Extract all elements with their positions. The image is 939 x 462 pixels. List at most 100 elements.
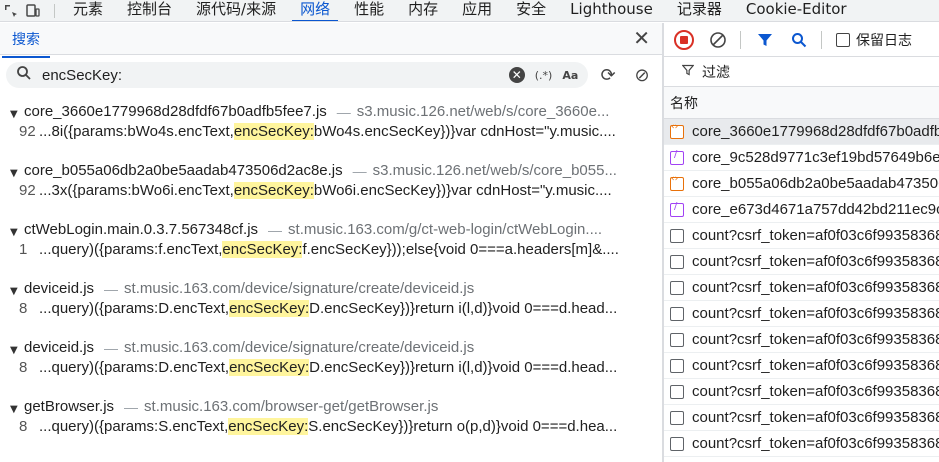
doc-icon (670, 332, 684, 347)
result-file-url: s3.music.126.net/web/s/core_b055... (372, 162, 617, 179)
result-file-url: st.music.163.com/device/signature/create… (124, 280, 475, 297)
match-highlight: encSecKey: (229, 299, 310, 317)
expand-caret-icon[interactable]: ▼ (10, 168, 24, 179)
doc-icon (670, 384, 684, 399)
line-number: 1 (19, 240, 28, 258)
expand-caret-icon[interactable]: ▼ (10, 109, 24, 120)
request-row[interactable]: count?csrf_token=af0f03c6f99358368... (664, 275, 939, 301)
result-file-name: ctWebLogin.main.0.3.7.567348cf.js (24, 221, 259, 238)
tab-6[interactable]: 应用 (450, 0, 504, 21)
match-highlight: encSecKey: (229, 358, 310, 376)
tab-1[interactable]: 控制台 (115, 0, 184, 21)
doc-icon (670, 306, 684, 321)
result-match-line[interactable]: 8 ...query)({params:D.encText,encSecKey:D… (0, 297, 662, 319)
search-panel: 搜索 ✕ ✕ (.*) Aa ⟳ ⊘ ▼core_3660e1779968d28… (0, 23, 662, 462)
request-row[interactable]: count?csrf_token=af0f03c6f99358368... (664, 405, 939, 431)
filter-funnel-icon (681, 64, 695, 79)
request-row[interactable]: count?csrf_token=af0f03c6f99358368... (664, 353, 939, 379)
stop-recording-icon[interactable] (674, 29, 694, 50)
match-highlight: encSecKey: (233, 181, 314, 199)
clear-log-icon[interactable] (708, 30, 728, 50)
js-icon (670, 174, 684, 191)
code-after: bWo6i.encSecKey})}var cdnHost="y.music..… (313, 181, 612, 199)
request-name: count?csrf_token=af0f03c6f99358368... (692, 227, 939, 244)
request-row[interactable]: core_9c528d9771c3ef19bd57649b6ee4b0f8.cs… (664, 145, 939, 171)
inspect-element-icon[interactable] (0, 0, 22, 21)
expand-caret-icon[interactable]: ▼ (10, 227, 24, 238)
result-file-row[interactable]: ▼ ctWebLogin.main.0.3.7.567348cf.js — st.mu… (0, 217, 662, 238)
code-after: D.encSecKey})}return i(l,d)}void 0===d.h… (309, 358, 618, 376)
code-before: ...query)({params:f.encText, (39, 240, 223, 258)
preserve-log-checkbox[interactable] (836, 32, 850, 47)
js-icon (670, 122, 684, 139)
search-result-group: ▼ deviceid.js — st.music.163.com/device/sig… (0, 276, 662, 335)
name-column-header[interactable]: 名称 (664, 87, 939, 119)
request-row[interactable]: count?csrf_token=af0f03c6f99358368... (664, 379, 939, 405)
name-column-label: 名称 (670, 95, 698, 112)
search-result-group: ▼ getBrowser.js — st.music.163.com/browser-… (0, 394, 662, 453)
match-code: ...query)({params:f.encText,encSecKey:f.… (39, 240, 619, 258)
result-file-name: core_b055a06db2a0be5aadab473506d2ac8e.js (24, 162, 343, 179)
search-panel-header: 搜索 ✕ (0, 23, 662, 58)
result-file-row[interactable]: ▼ getBrowser.js — st.music.163.com/browser-… (0, 394, 662, 415)
refresh-icon[interactable]: ⟳ (594, 65, 622, 86)
result-file-row[interactable]: ▼ core_3660e1779968d28dfdf67b0adfb5fee7.j… (0, 99, 662, 120)
tab-10[interactable]: Cookie-Editor (734, 0, 859, 21)
request-row[interactable]: count?csrf_token=af0f03c6f99358368... (664, 327, 939, 353)
filter-icon[interactable] (755, 30, 775, 50)
result-match-line[interactable]: 8 ...query)({params:D.encText,encSecKey:D… (0, 356, 662, 378)
tab-9[interactable]: 记录器 (665, 0, 734, 21)
request-row[interactable]: count?csrf_token=af0f03c6f99358368... (664, 431, 939, 457)
expand-caret-icon[interactable]: ▼ (10, 345, 24, 356)
request-row[interactable]: core_3660e1779968d28dfdf67b0adfb5fee7.js (664, 119, 939, 145)
search-box: ✕ (.*) Aa (6, 62, 589, 88)
search-toolbar: ✕ (.*) Aa ⟳ ⊘ (0, 55, 662, 95)
tab-4[interactable]: 性能 (342, 0, 396, 21)
expand-caret-icon[interactable]: ▼ (10, 286, 24, 297)
match-highlight: encSecKey: (222, 240, 303, 258)
result-match-line[interactable]: 8 ...query)({params:S.encText,encSecKey:S… (0, 415, 662, 437)
tab-0[interactable]: 元素 (61, 0, 115, 21)
expand-caret-icon[interactable]: ▼ (10, 404, 24, 415)
code-before: ...3x({params:bWo6i.encText, (39, 181, 234, 199)
tab-7[interactable]: 安全 (504, 0, 558, 21)
request-row[interactable]: count?csrf_token=af0f03c6f99358368... (664, 249, 939, 275)
clear-icon[interactable]: ⊘ (628, 65, 656, 86)
result-match-line[interactable]: 92 ...8i({params:bWo4s.encText,encSecKey:… (0, 120, 662, 142)
regex-toggle[interactable]: (.*) (535, 69, 553, 82)
tab-5[interactable]: 内存 (396, 0, 450, 21)
result-file-row[interactable]: ▼ core_b055a06db2a0be5aadab473506d2ac8e.j… (0, 158, 662, 179)
filter-bar[interactable]: 过滤 (664, 57, 939, 87)
search-panel-tab[interactable]: 搜索 (2, 27, 50, 58)
preserve-log-label: 保留日志 (856, 32, 912, 49)
request-row[interactable]: core_e673d4671a757dd42bd211ec9c2c51a6.cs… (664, 197, 939, 223)
search-result-group: ▼ ctWebLogin.main.0.3.7.567348cf.js — st.mu… (0, 217, 662, 276)
request-row[interactable]: core_b055a06db2a0be5aadab473506d2ac8e.js (664, 171, 939, 197)
request-name: core_b055a06db2a0be5aadab473506d2ac8e.js (692, 175, 939, 192)
close-icon[interactable]: ✕ (633, 28, 650, 48)
tab-8[interactable]: Lighthouse (558, 0, 665, 21)
search-input[interactable] (42, 66, 509, 84)
match-highlight: encSecKey: (228, 417, 309, 435)
tab-3[interactable]: 网络 (288, 0, 342, 21)
clear-search-icon[interactable]: ✕ (508, 67, 525, 83)
filter-input[interactable]: 过滤 (702, 62, 730, 82)
search-icon (16, 65, 34, 85)
request-row[interactable]: count?csrf_token=af0f03c6f99358368... (664, 301, 939, 327)
request-row[interactable]: count?csrf_token=af0f03c6f99358368... (664, 223, 939, 249)
result-file-row[interactable]: ▼ deviceid.js — st.music.163.com/device/sig… (0, 276, 662, 297)
result-match-line[interactable]: 92 ...3x({params:bWo6i.encText,encSecKey:… (0, 179, 662, 201)
match-code: ...8i({params:bWo4s.encText,encSecKey:bW… (39, 122, 616, 140)
line-number: 92 (19, 181, 36, 199)
tab-2[interactable]: 源代码/来源 (184, 0, 288, 21)
result-match-line[interactable]: 1 ...query)({params:f.encText,encSecKey:f… (0, 238, 662, 260)
toolbar-divider (740, 30, 741, 49)
css-icon (670, 201, 684, 217)
match-case-toggle[interactable]: Aa (562, 69, 578, 82)
device-toolbar-icon[interactable] (22, 0, 44, 21)
doc-icon (670, 280, 684, 295)
search-icon[interactable] (789, 30, 809, 50)
separator-dash: — (124, 399, 139, 415)
result-file-row[interactable]: ▼ deviceid.js — st.music.163.com/device/sig… (0, 335, 662, 356)
result-file-url: st.music.163.com/browser-get/getBrowser.… (144, 398, 439, 415)
